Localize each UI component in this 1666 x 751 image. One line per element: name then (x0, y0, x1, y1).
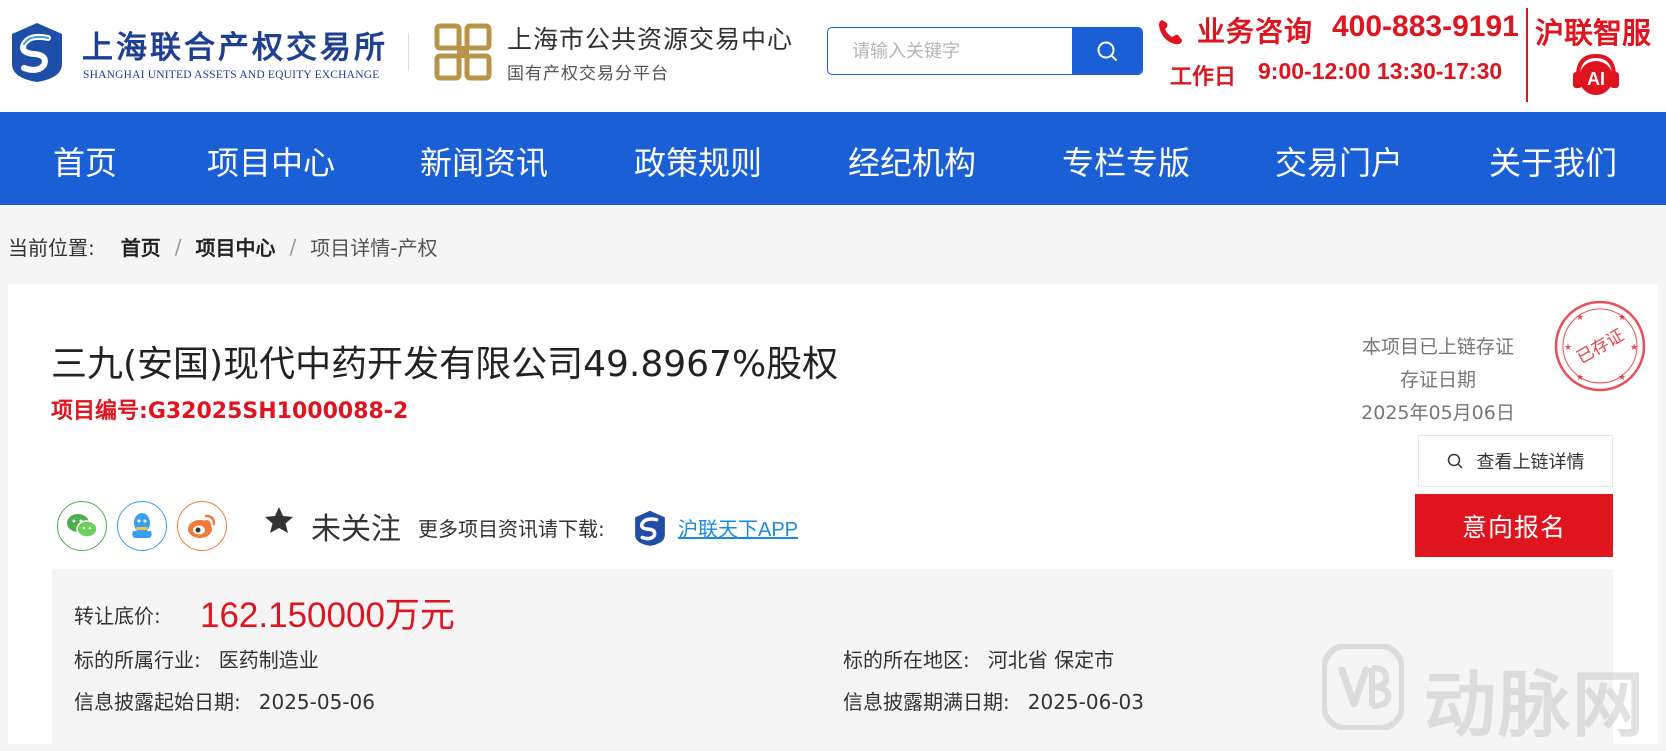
hotline-label: 业务咨询 (1197, 15, 1314, 48)
price-value: 162.150000万元 (200, 596, 455, 635)
stamp-text: 已存证 (1573, 325, 1627, 368)
industry-row: 标的所属行业: 医药制造业 (74, 644, 319, 673)
apply-button[interactable]: 意向报名 (1415, 494, 1613, 557)
exchange-name-en: SHANGHAI UNITED ASSETS AND EQUITY EXCHAN… (83, 69, 380, 81)
project-code-label: 项目编号: (51, 399, 148, 424)
project-code: 项目编号:G32025SH1000088-2 (51, 393, 408, 425)
main-nav: 首页 项目中心 新闻资讯 政策规则 经纪机构 专栏专版 交易门户 关于我们 (0, 112, 1666, 205)
center-subtitle: 国有产权交易分平台 (507, 64, 669, 84)
download-hint: 更多项目资讯请下载: (418, 517, 605, 541)
chain-date-value: 2025年05月06日 (1361, 402, 1515, 424)
nav-item-columns[interactable]: 专栏专版 (1062, 138, 1190, 184)
search-bar (827, 27, 1143, 75)
region-row: 标的所在地区: 河北省 保定市 (843, 644, 1114, 673)
chain-status-text: 本项目已上链存证 (1361, 336, 1514, 358)
nav-item-portal[interactable]: 交易门户 (1275, 138, 1403, 184)
ai-icon-text: AI (1587, 69, 1605, 89)
disclosure-start-row: 信息披露起始日期: 2025-05-06 (74, 686, 375, 715)
breadcrumb-home-link[interactable]: 首页 (121, 232, 161, 261)
region-label: 标的所在地区: (843, 648, 970, 672)
hours-value: 9:00-12:00 13:30-17:30 (1258, 58, 1503, 84)
share-weibo-button[interactable] (177, 501, 227, 551)
phone-icon (1155, 17, 1185, 47)
disclosure-end-value: 2025-06-03 (1027, 690, 1144, 714)
disclosure-end-label: 信息披露期满日期: (843, 690, 1010, 714)
region-value: 河北省 保定市 (987, 648, 1115, 672)
disclosure-start-value: 2025-05-06 (258, 690, 375, 714)
nav-item-news[interactable]: 新闻资讯 (420, 138, 548, 184)
disclosure-start-label: 信息披露起始日期: (74, 690, 241, 714)
view-chain-details-button[interactable]: 查看上链详情 (1418, 435, 1613, 487)
nav-item-brokers[interactable]: 经纪机构 (848, 138, 976, 184)
ai-assistant-icon[interactable]: AI (1570, 50, 1622, 100)
breadcrumb-separator: / (174, 234, 182, 259)
hotline-number: 400-883-9191 (1332, 10, 1519, 43)
watermark-text: 动脉网 (1424, 663, 1647, 747)
price-label: 转让底价: (74, 604, 161, 628)
search-icon (1097, 41, 1117, 61)
watermark-logo-icon (1321, 643, 1405, 731)
svg-text:★: ★ (1576, 313, 1584, 323)
follow-toggle[interactable]: 未关注 (311, 504, 401, 548)
svg-text:★: ★ (1630, 343, 1638, 353)
share-wechat-button[interactable] (57, 501, 107, 551)
search-input[interactable] (828, 28, 1072, 74)
search-icon (1447, 453, 1462, 469)
blockchain-status: 本项目已上链存证 存证日期 2025年05月06日 (1308, 331, 1568, 430)
hours-label: 工作日 (1170, 65, 1237, 90)
app-download-link[interactable]: 沪联天下APP (678, 513, 798, 542)
project-code-value: G32025SH1000088-2 (147, 399, 409, 424)
nav-item-home[interactable]: 首页 (53, 138, 117, 184)
industry-label: 标的所属行业: (74, 648, 201, 672)
wechat-icon (67, 514, 98, 538)
center-title: 上海市公共资源交易中心 (507, 25, 794, 54)
industry-value: 医药制造业 (218, 648, 319, 672)
watermark: 动脉网 (1321, 643, 1658, 747)
share-qq-button[interactable] (117, 501, 167, 551)
breadcrumb: 当前位置: 首页 / 项目中心 / 项目详情-产权 (8, 232, 437, 261)
header-divider (408, 33, 409, 71)
disclosure-end-row: 信息披露期满日期: 2025-06-03 (843, 686, 1144, 715)
view-chain-details-label: 查看上链详情 (1476, 452, 1585, 473)
svg-text:★: ★ (1576, 373, 1584, 383)
nav-item-policies[interactable]: 政策规则 (634, 138, 762, 184)
svg-text:★: ★ (1618, 313, 1626, 323)
chain-date-label: 存证日期 (1399, 369, 1476, 391)
exchange-name-cn[interactable]: 上海联合产权交易所 (82, 22, 388, 67)
breadcrumb-label: 当前位置: (8, 236, 95, 260)
smart-service-title[interactable]: 沪联智服 (1535, 10, 1651, 52)
app-logo-icon (632, 509, 668, 547)
breadcrumb-separator: / (289, 234, 297, 259)
public-resource-center-logo-icon[interactable] (433, 22, 493, 82)
search-button[interactable] (1072, 28, 1142, 74)
qq-icon (132, 513, 152, 538)
star-icon[interactable] (263, 504, 295, 536)
certified-stamp-icon: ★ ★ ★ ★ ★ ★ 已存证 (1552, 298, 1648, 394)
header-red-divider (1526, 8, 1528, 102)
breadcrumb-current: 项目详情-产权 (310, 236, 438, 260)
svg-text:★: ★ (1564, 343, 1572, 353)
project-title: 三九(安国)现代中药开发有限公司49.8967%股权 (51, 344, 839, 385)
nav-item-about[interactable]: 关于我们 (1489, 138, 1617, 184)
weibo-icon (188, 514, 216, 538)
top-header: 上海联合产权交易所 SHANGHAI UNITED ASSETS AND EQU… (0, 0, 1666, 112)
nav-item-projects[interactable]: 项目中心 (207, 138, 335, 184)
svg-text:★: ★ (1618, 373, 1626, 383)
breadcrumb-projects-link[interactable]: 项目中心 (196, 232, 276, 261)
sueae-logo-icon[interactable] (8, 20, 66, 84)
